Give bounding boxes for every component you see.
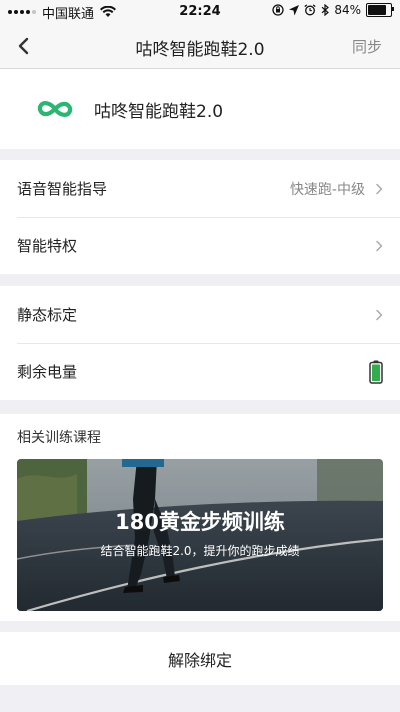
chevron-right-icon: [376, 183, 383, 194]
signal-dots-icon: [8, 10, 36, 14]
course-card[interactable]: 180黄金步频训练 结合智能跑鞋2.0，提升你的跑步成绩: [17, 459, 383, 611]
smart-privilege-row[interactable]: 智能特权: [0, 217, 400, 274]
voice-guide-value: 快速跑-中级: [289, 181, 365, 198]
orientation-lock-icon: [272, 4, 284, 16]
device-card: 咕咚智能跑鞋2.0: [0, 69, 400, 149]
chevron-right-icon: [376, 240, 383, 251]
battery-full-icon: [369, 360, 383, 384]
device-name: 咕咚智能跑鞋2.0: [94, 102, 224, 122]
smart-privilege-label: 智能特权: [17, 237, 78, 255]
sync-button[interactable]: 同步: [352, 36, 382, 57]
course-title: 180黄金步频训练: [115, 510, 285, 534]
navigation-bar: 咕咚智能跑鞋2.0 同步: [0, 24, 400, 69]
wifi-icon: [100, 6, 117, 17]
bluetooth-icon: [321, 4, 330, 16]
related-courses-section: 相关训练课程 180黄金步频训练 结合智能跑鞋2.0，提升你的跑步成绩: [0, 414, 400, 621]
page-title: 咕咚智能跑鞋2.0: [135, 40, 265, 60]
status-bar: 中国联通 22:24 84%: [0, 0, 400, 24]
battery-level-label: 剩余电量: [17, 363, 78, 381]
voice-guide-row[interactable]: 语音智能指导 快速跑-中级: [0, 160, 400, 217]
battery-level-row: 剩余电量: [0, 343, 400, 400]
static-calibration-row[interactable]: 静态标定: [0, 286, 400, 343]
static-calibration-label: 静态标定: [17, 306, 78, 324]
unbind-label: 解除绑定: [167, 650, 232, 670]
settings-group-device: 静态标定 剩余电量: [0, 286, 400, 400]
course-subtitle: 结合智能跑鞋2.0，提升你的跑步成绩: [100, 544, 300, 558]
alarm-icon: [304, 4, 316, 16]
infinity-logo-icon: [37, 101, 73, 117]
unbind-button[interactable]: 解除绑定: [0, 632, 400, 685]
voice-guide-label: 语音智能指导: [17, 180, 108, 198]
carrier-label: 中国联通: [42, 6, 95, 22]
battery-percent: 84%: [334, 3, 361, 17]
chevron-right-icon: [376, 309, 383, 320]
location-icon: [289, 4, 300, 15]
battery-icon: [366, 3, 394, 17]
settings-group-guidance: 语音智能指导 快速跑-中级 智能特权: [0, 160, 400, 274]
section-title: 相关训练课程: [17, 430, 101, 446]
